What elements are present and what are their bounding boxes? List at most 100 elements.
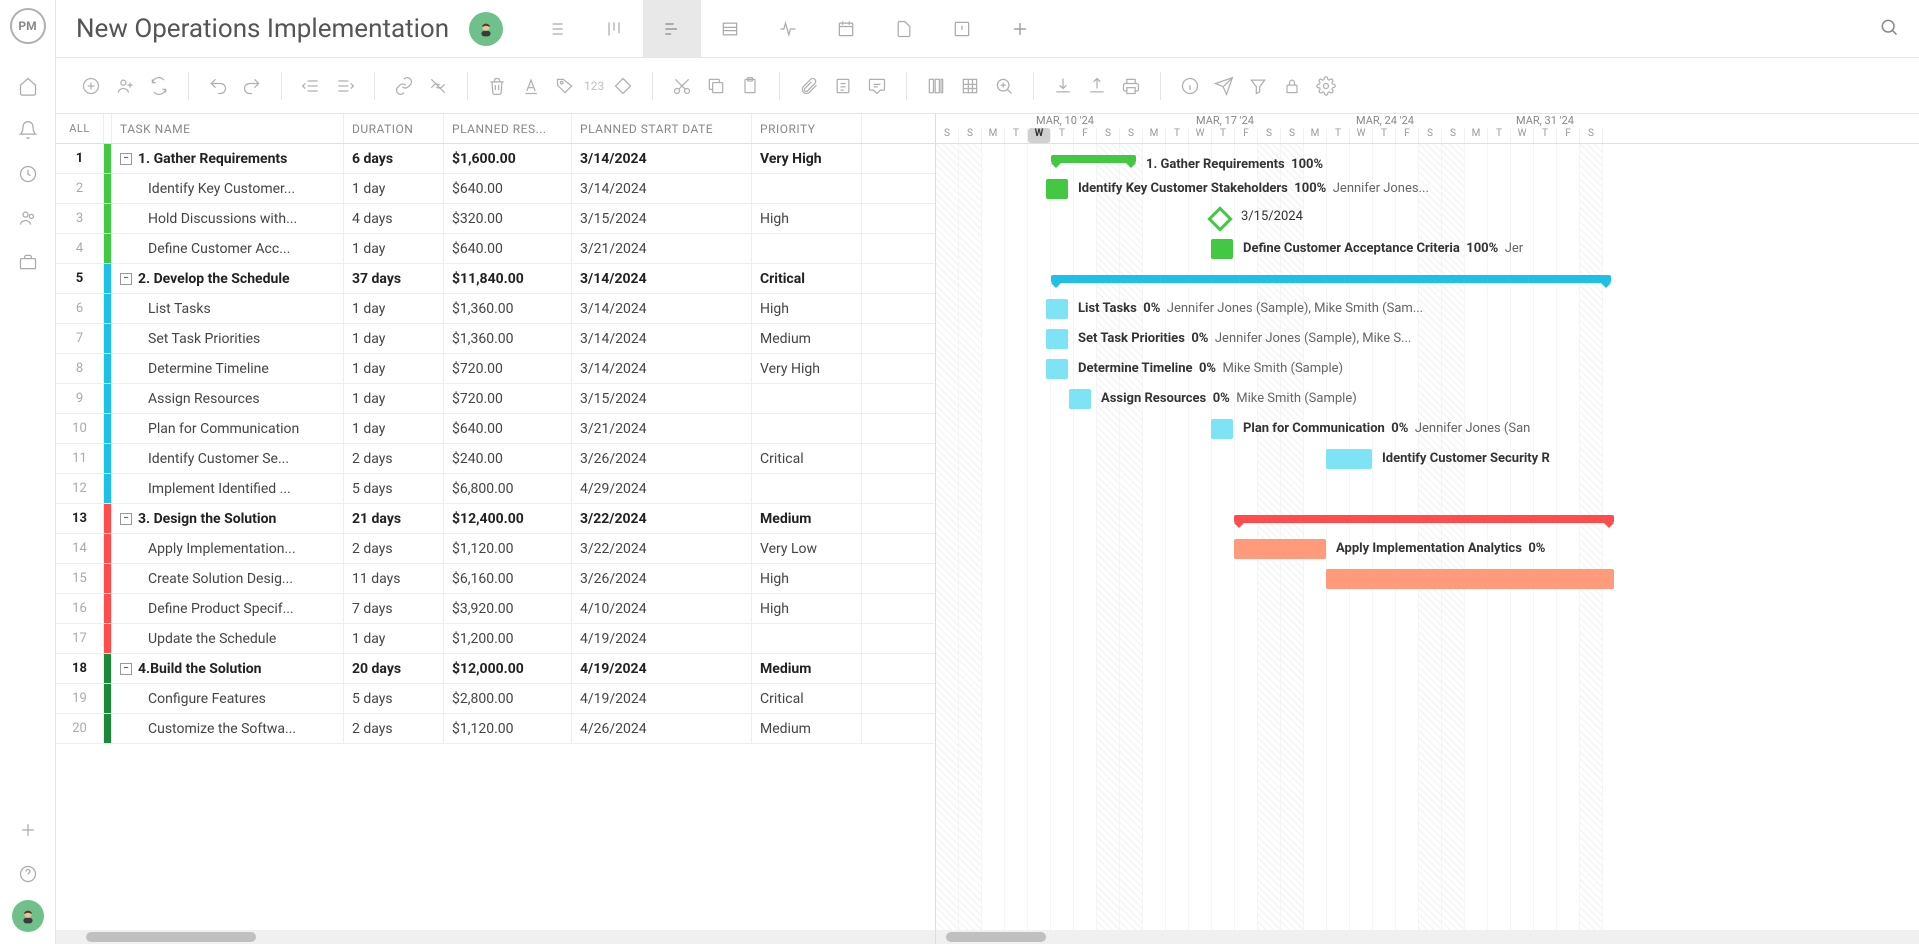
task-row[interactable]: 12Implement Identified ...5 days$6,800.0… xyxy=(56,474,935,504)
task-row[interactable]: 15Create Solution Desig...11 days$6,160.… xyxy=(56,564,935,594)
task-row[interactable]: 19Configure Features5 days$2,800.004/19/… xyxy=(56,684,935,714)
task-row[interactable]: 9Assign Resources1 day$720.003/15/2024 xyxy=(56,384,935,414)
add-task-icon[interactable] xyxy=(76,71,106,101)
indent-icon[interactable] xyxy=(330,71,360,101)
col-header-resource[interactable]: PLANNED RES... xyxy=(444,114,572,143)
task-row[interactable]: 8Determine Timeline1 day$720.003/14/2024… xyxy=(56,354,935,384)
task-row[interactable]: 2Identify Key Customer...1 day$640.003/1… xyxy=(56,174,935,204)
tag-icon[interactable] xyxy=(550,71,580,101)
user-avatar[interactable] xyxy=(469,12,503,46)
collapse-icon[interactable]: − xyxy=(120,273,132,285)
task-row[interactable]: 6List Tasks1 day$1,360.003/14/2024High xyxy=(56,294,935,324)
list-view-tab[interactable] xyxy=(527,0,585,57)
risks-view-tab[interactable] xyxy=(933,0,991,57)
paste-icon[interactable] xyxy=(735,71,765,101)
task-row[interactable]: 16Define Product Specif...7 days$3,920.0… xyxy=(56,594,935,624)
gantt-bar[interactable] xyxy=(1051,275,1611,283)
outdent-icon[interactable] xyxy=(296,71,326,101)
zoom-icon[interactable] xyxy=(989,71,1019,101)
attachment-icon[interactable] xyxy=(794,71,824,101)
gantt-bar[interactable]: Define Customer Acceptance Criteria 100%… xyxy=(1211,239,1233,259)
task-grid: ALL TASK NAME DURATION PLANNED RES... PL… xyxy=(56,114,936,944)
grid-icon[interactable] xyxy=(955,71,985,101)
board-view-tab[interactable] xyxy=(585,0,643,57)
export-icon[interactable] xyxy=(1082,71,1112,101)
files-view-tab[interactable] xyxy=(875,0,933,57)
cut-icon[interactable] xyxy=(667,71,697,101)
gantt-bar[interactable]: Identify Key Customer Stakeholders 100% … xyxy=(1046,179,1068,199)
collapse-icon[interactable]: − xyxy=(120,663,132,675)
task-row[interactable]: 17Update the Schedule1 day$1,200.004/19/… xyxy=(56,624,935,654)
col-header-priority[interactable]: PRIORITY xyxy=(752,114,862,143)
task-row[interactable]: 11Identify Customer Se...2 days$240.003/… xyxy=(56,444,935,474)
copy-icon[interactable] xyxy=(701,71,731,101)
task-row[interactable]: 7Set Task Priorities1 day$1,360.003/14/2… xyxy=(56,324,935,354)
text-format-icon[interactable] xyxy=(516,71,546,101)
calendar-view-tab[interactable] xyxy=(817,0,875,57)
table-view-tab[interactable] xyxy=(701,0,759,57)
gantt-bar[interactable]: Apply Implementation Analytics 0% xyxy=(1234,539,1326,559)
app-logo[interactable]: PM xyxy=(10,8,46,44)
collapse-icon[interactable]: − xyxy=(120,153,132,165)
undo-icon[interactable] xyxy=(203,71,233,101)
grid-scrollbar[interactable] xyxy=(56,930,935,944)
send-icon[interactable] xyxy=(1209,71,1239,101)
add-icon[interactable] xyxy=(10,812,46,848)
gantt-bar[interactable]: Identify Customer Security R xyxy=(1326,449,1372,469)
home-icon[interactable] xyxy=(10,68,46,104)
col-header-name[interactable]: TASK NAME xyxy=(112,114,344,143)
month-label: MAR, 24 '24 xyxy=(1356,114,1414,127)
task-row[interactable]: 4Define Customer Acc...1 day$640.003/21/… xyxy=(56,234,935,264)
task-row[interactable]: 10Plan for Communication1 day$640.003/21… xyxy=(56,414,935,444)
milestone-icon[interactable] xyxy=(608,71,638,101)
task-row[interactable]: 5−2. Develop the Schedule37 days$11,840.… xyxy=(56,264,935,294)
milestone-marker[interactable] xyxy=(1207,206,1232,231)
gantt-scrollbar[interactable] xyxy=(936,930,1919,944)
user-avatar-small[interactable] xyxy=(12,900,44,932)
task-row[interactable]: 3Hold Discussions with...4 days$320.003/… xyxy=(56,204,935,234)
lock-icon[interactable] xyxy=(1277,71,1307,101)
info-icon[interactable] xyxy=(1175,71,1205,101)
gantt-bar-label: List Tasks 0% Jennifer Jones (Sample), M… xyxy=(1078,299,1423,319)
gantt-bar[interactable] xyxy=(1234,515,1614,523)
import-icon[interactable] xyxy=(1048,71,1078,101)
task-row[interactable]: 20Customize the Softwa...2 days$1,120.00… xyxy=(56,714,935,744)
team-icon[interactable] xyxy=(10,200,46,236)
help-icon[interactable] xyxy=(10,856,46,892)
redo-icon[interactable] xyxy=(237,71,267,101)
col-header-start[interactable]: PLANNED START DATE xyxy=(572,114,752,143)
notifications-icon[interactable] xyxy=(10,112,46,148)
gantt-bar[interactable]: Determine Timeline 0% Mike Smith (Sample… xyxy=(1046,359,1068,379)
recent-icon[interactable] xyxy=(10,156,46,192)
assign-icon[interactable] xyxy=(110,71,140,101)
briefcase-icon[interactable] xyxy=(10,244,46,280)
task-row[interactable]: 18−4.Build the Solution20 days$12,000.00… xyxy=(56,654,935,684)
activity-view-tab[interactable] xyxy=(759,0,817,57)
search-icon[interactable] xyxy=(1879,17,1899,41)
gantt-bar[interactable]: Assign Resources 0% Mike Smith (Sample) xyxy=(1069,389,1091,409)
columns-icon[interactable] xyxy=(921,71,951,101)
delete-icon[interactable] xyxy=(482,71,512,101)
day-label: W xyxy=(1189,128,1212,143)
add-view-tab[interactable] xyxy=(991,0,1049,57)
print-icon[interactable] xyxy=(1116,71,1146,101)
gantt-view-tab[interactable] xyxy=(643,0,701,57)
task-row[interactable]: 14Apply Implementation...2 days$1,120.00… xyxy=(56,534,935,564)
gantt-bar[interactable]: Plan for Communication 0% Jennifer Jones… xyxy=(1211,419,1233,439)
link-icon[interactable] xyxy=(389,71,419,101)
col-header-all[interactable]: ALL xyxy=(56,114,104,143)
refresh-icon[interactable] xyxy=(144,71,174,101)
note-icon[interactable] xyxy=(828,71,858,101)
gantt-bar[interactable] xyxy=(1326,569,1614,589)
gantt-bar[interactable]: 1. Gather Requirements 100% xyxy=(1051,155,1136,163)
unlink-icon[interactable] xyxy=(423,71,453,101)
task-row[interactable]: 13−3. Design the Solution21 days$12,400.… xyxy=(56,504,935,534)
collapse-icon[interactable]: − xyxy=(120,513,132,525)
gantt-bar[interactable]: List Tasks 0% Jennifer Jones (Sample), M… xyxy=(1046,299,1068,319)
gantt-bar[interactable]: Set Task Priorities 0% Jennifer Jones (S… xyxy=(1046,329,1068,349)
comment-icon[interactable] xyxy=(862,71,892,101)
col-header-duration[interactable]: DURATION xyxy=(344,114,444,143)
filter-icon[interactable] xyxy=(1243,71,1273,101)
settings-icon[interactable] xyxy=(1311,71,1341,101)
task-row[interactable]: 1−1. Gather Requirements6 days$1,600.003… xyxy=(56,144,935,174)
